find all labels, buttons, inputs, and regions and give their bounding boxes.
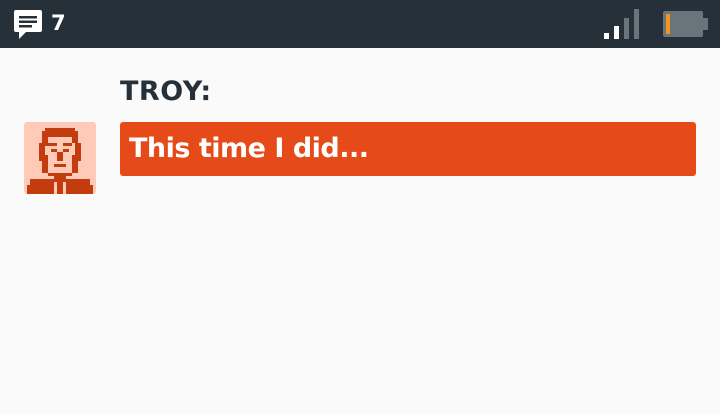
signal-strength-icon (604, 9, 639, 39)
troy-portrait-icon (24, 122, 96, 194)
speaker-name: TROY: (120, 76, 212, 107)
battery-low-icon (663, 11, 708, 37)
message-count: 7 (51, 11, 66, 35)
status-bar: 7 (0, 0, 720, 48)
chat-bubble-icon[interactable] (12, 8, 44, 40)
dialogue-text: This time I did... (129, 133, 369, 164)
dialogue-box[interactable]: This time I did... (120, 122, 696, 176)
troy-avatar (24, 122, 96, 194)
